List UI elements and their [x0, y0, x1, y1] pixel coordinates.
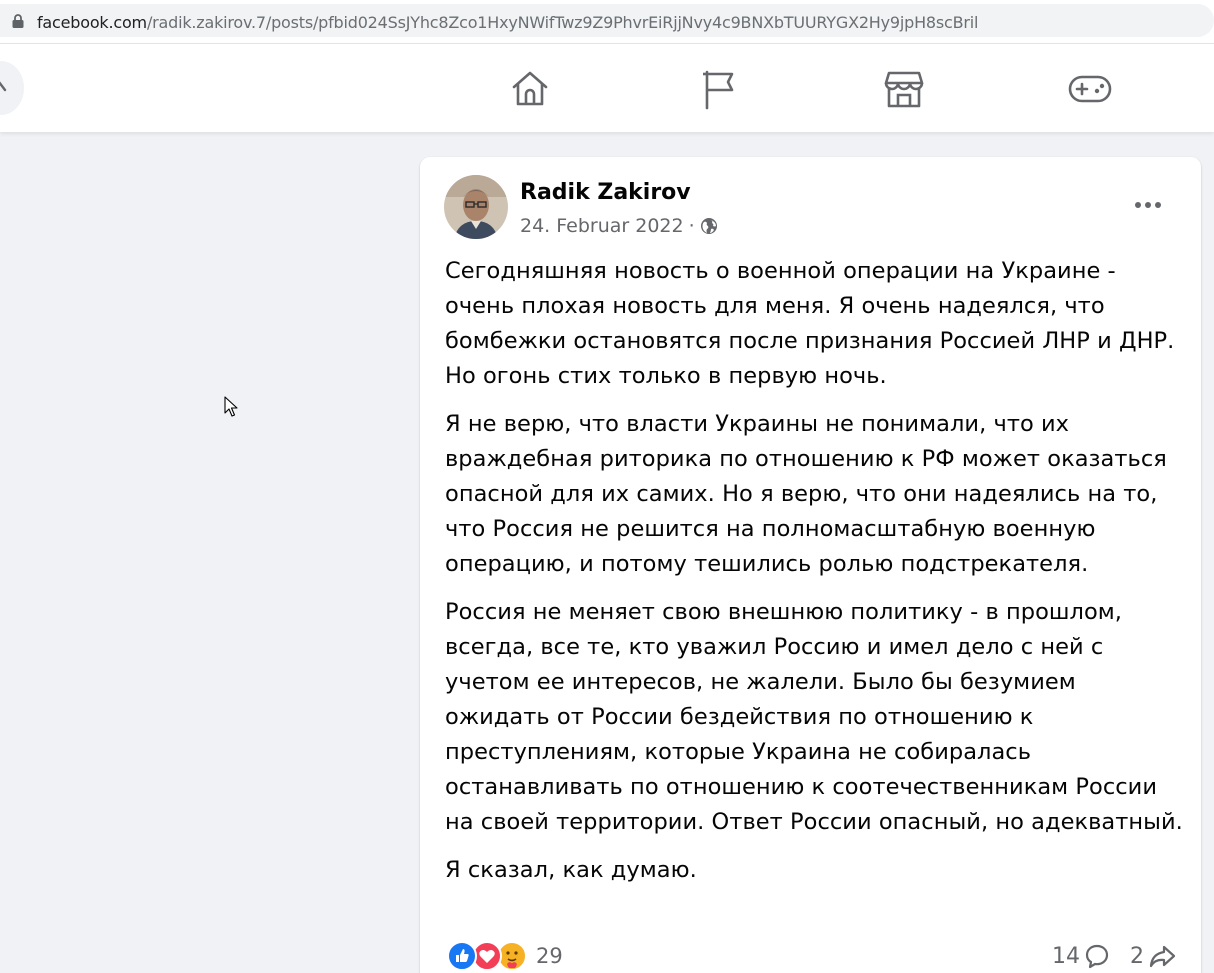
gaming-icon — [1068, 75, 1112, 103]
post-options-button[interactable] — [1128, 185, 1168, 225]
post-paragraph: Россия не меняет свою внешнюю политику -… — [445, 599, 1183, 835]
post-meta: 24. Februar 2022 · — [520, 215, 718, 237]
post-date[interactable]: 24. Februar 2022 — [520, 215, 684, 237]
url-path: /radik.zakirov.7/posts/pfbid024SsJYhc8Zc… — [146, 13, 979, 32]
like-icon — [447, 941, 477, 971]
comments-count-button[interactable]: 14 — [1052, 943, 1110, 969]
meta-separator: · — [688, 215, 695, 237]
nav-gaming[interactable] — [1065, 64, 1115, 114]
profile-photo — [444, 175, 508, 239]
url-host: facebook.com — [37, 13, 147, 32]
lock-icon[interactable] — [11, 13, 25, 29]
comment-icon — [1085, 944, 1109, 969]
url-text[interactable]: facebook.com/radik.zakirov.7/posts/pfbid… — [37, 13, 978, 32]
reactions-count: 29 — [536, 944, 563, 968]
globe-icon[interactable] — [700, 217, 718, 235]
post-paragraph: Сегодняшняя новость о военной операции н… — [445, 258, 1175, 389]
shares-count-button[interactable]: 2 — [1130, 943, 1176, 969]
share-icon — [1149, 945, 1176, 968]
search-button[interactable] — [0, 61, 24, 115]
marketplace-icon — [884, 71, 924, 108]
post-card: Radik Zakirov 24. Februar 2022 · Сегодня… — [420, 157, 1201, 973]
browser-address-bar: facebook.com/radik.zakirov.7/posts/pfbid… — [0, 0, 1214, 44]
home-icon — [512, 71, 548, 106]
nav-home[interactable] — [505, 64, 555, 114]
nav-marketplace[interactable] — [879, 64, 929, 114]
post-paragraph: Я не верю, что власти Украины не понимал… — [445, 411, 1167, 577]
flag-icon — [703, 70, 734, 110]
more-options-icon — [1135, 202, 1161, 208]
author-avatar[interactable] — [444, 175, 508, 239]
post-paragraph: Я сказал, как думаю. — [445, 857, 697, 883]
nav-pages[interactable] — [692, 64, 742, 114]
reactions-summary[interactable]: 29 — [447, 941, 563, 971]
mouse-cursor-icon — [224, 396, 238, 417]
shares-count: 2 — [1130, 943, 1144, 969]
top-navigation — [0, 44, 1214, 132]
comments-count: 14 — [1052, 943, 1080, 969]
author-name[interactable]: Radik Zakirov — [520, 180, 691, 205]
post-text: Сегодняшняя новость о военной операции н… — [445, 254, 1185, 901]
url-field[interactable]: facebook.com/radik.zakirov.7/posts/pfbid… — [0, 4, 1214, 37]
search-icon — [0, 81, 7, 92]
